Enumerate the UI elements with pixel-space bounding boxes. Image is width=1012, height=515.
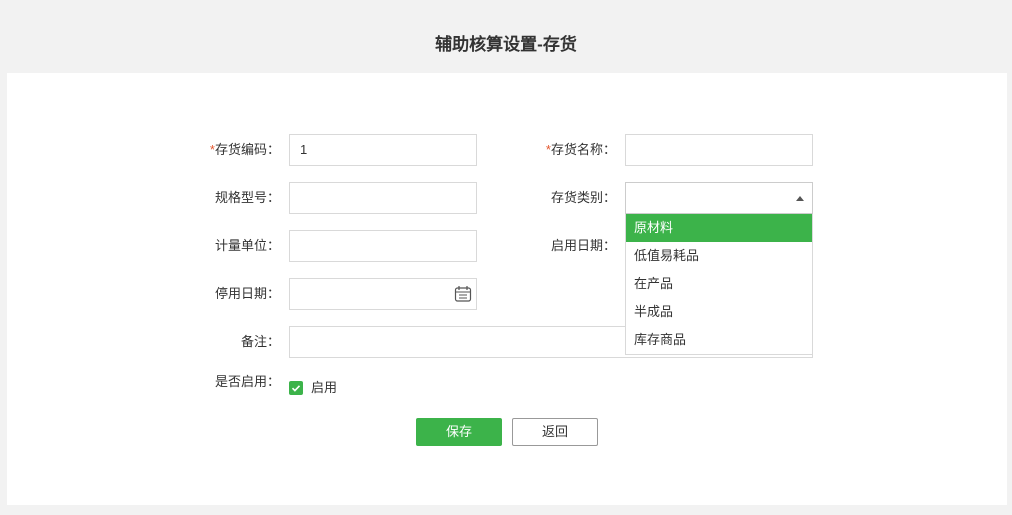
calendar-icon[interactable] [454,285,472,303]
caret-up-icon [796,196,804,201]
start-date-label: 启用日期： [550,238,616,253]
inventory-code-label: *存货编码： [160,134,280,166]
page-title: 辅助核算设置-存货 [435,35,577,54]
unit-label: 计量单位： [214,238,280,253]
category-option[interactable]: 半成品 [626,298,812,326]
unit-input[interactable] [289,230,477,262]
enabled-checkbox-label[interactable]: 启用 [311,378,337,398]
label-text: 存货编码： [214,142,280,157]
back-button[interactable]: 返回 [512,418,598,446]
category-select[interactable] [625,182,813,214]
category-option[interactable]: 在产品 [626,270,812,298]
inventory-name-label: *存货名称： [496,134,616,166]
remark-label: 备注： [240,334,280,349]
stop-date-input[interactable] [289,278,477,310]
spec-label: 规格型号： [214,190,280,205]
inventory-name-input[interactable] [625,134,813,166]
category-option[interactable]: 原材料 [626,214,812,242]
enabled-label: 是否启用： [214,374,280,389]
inventory-code-input[interactable]: 1 [289,134,477,166]
category-option[interactable]: 低值易耗品 [626,242,812,270]
category-option[interactable]: 库存商品 [626,326,812,354]
enabled-checkbox[interactable] [289,381,303,395]
label-text: 存货名称： [550,142,616,157]
check-icon [291,385,301,392]
category-label: 存货类别： [550,190,616,205]
category-dropdown: 原材料 低值易耗品 在产品 半成品 库存商品 [625,214,813,355]
save-button[interactable]: 保存 [416,418,502,446]
stop-date-label: 停用日期： [214,286,280,301]
form-panel: *存货编码： 1 *存货名称： 规格型号： 存货类别： 计量单位： 启用日期： … [7,73,1007,505]
spec-input[interactable] [289,182,477,214]
